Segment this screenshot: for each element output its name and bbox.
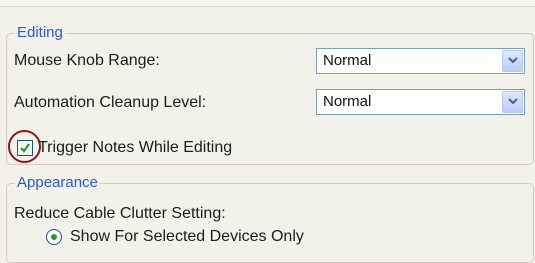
automation-cleanup-level-label: Automation Cleanup Level: xyxy=(14,94,207,111)
chevron-down-icon xyxy=(508,57,518,64)
chevron-down-icon xyxy=(508,98,518,105)
show-for-selected-devices-label[interactable]: Show For Selected Devices Only xyxy=(70,227,304,247)
mouse-knob-range-value: Normal xyxy=(323,52,372,69)
automation-cleanup-level-value: Normal xyxy=(323,93,372,110)
mouse-knob-range-dropdown-button[interactable] xyxy=(502,50,523,72)
mouse-knob-range-label: Mouse Knob Range: xyxy=(14,52,160,69)
automation-cleanup-level-dropdown-button[interactable] xyxy=(502,91,523,113)
automation-cleanup-level-dropdown[interactable]: Normal xyxy=(316,89,525,115)
top-divider xyxy=(0,0,535,7)
editing-group-label: Editing xyxy=(15,24,65,42)
radio-selected-dot xyxy=(51,234,57,240)
reduce-cable-clutter-label: Reduce Cable Clutter Setting: xyxy=(14,205,226,222)
trigger-notes-label[interactable]: Trigger Notes While Editing xyxy=(38,138,232,158)
highlight-circle xyxy=(8,130,41,163)
mouse-knob-range-dropdown[interactable]: Normal xyxy=(316,48,525,74)
appearance-group-label: Appearance xyxy=(15,174,100,192)
show-for-selected-devices-radio[interactable] xyxy=(46,229,62,245)
